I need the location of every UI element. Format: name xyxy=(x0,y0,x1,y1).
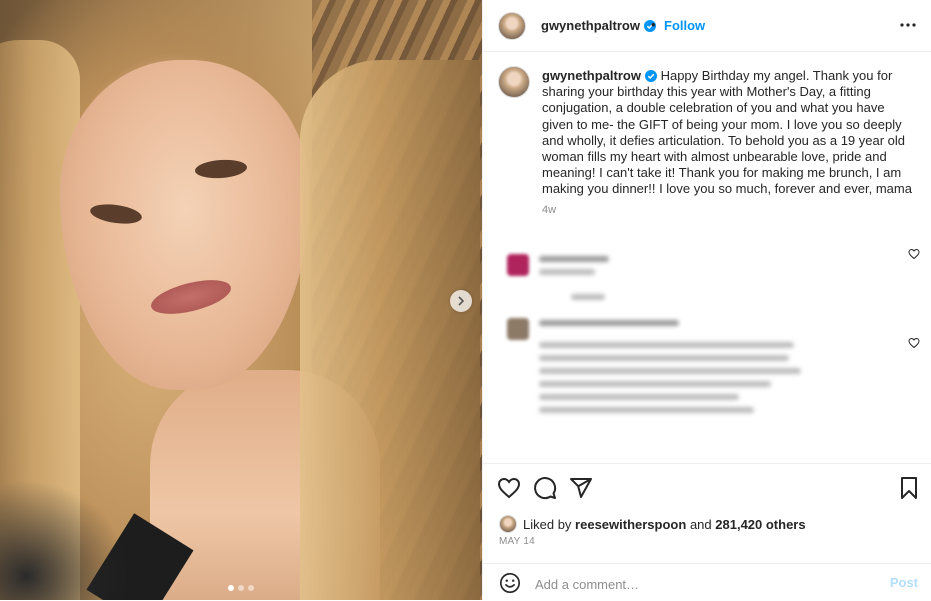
carousel-dot xyxy=(248,585,254,591)
comment-text-blurred xyxy=(539,342,794,348)
caption-body: Happy Birthday my angel. Thank you for s… xyxy=(542,68,912,197)
caption-avatar[interactable] xyxy=(498,66,530,98)
likes-prefix: Liked by xyxy=(523,516,572,532)
comment-text-blurred xyxy=(539,368,801,374)
photo-face xyxy=(60,60,310,390)
comment-input[interactable] xyxy=(533,572,867,596)
liker-username[interactable]: reesewitherspoon xyxy=(575,517,686,532)
comment-avatar[interactable] xyxy=(507,254,529,276)
comment-text-blurred xyxy=(539,355,789,361)
post-date[interactable]: MAY 14 xyxy=(499,536,535,547)
emoji-smiley-icon[interactable] xyxy=(499,572,521,594)
author-username-text[interactable]: gwynethpaltrow xyxy=(541,18,640,33)
caption-username[interactable]: gwynethpaltrow xyxy=(542,68,641,83)
carousel-dot xyxy=(228,585,234,591)
comment-text-blurred xyxy=(539,394,739,400)
author-avatar[interactable] xyxy=(498,12,526,40)
comment-replies-blurred xyxy=(571,294,605,300)
comment-like-heart-icon[interactable] xyxy=(908,248,920,260)
chevron-right-icon xyxy=(458,296,465,306)
photo-shadow xyxy=(0,480,130,600)
carousel-next-button[interactable] xyxy=(450,290,472,312)
post-actions: Liked by reesewitherspoon and 281,420 ot… xyxy=(483,463,931,600)
like-heart-icon[interactable] xyxy=(497,476,521,500)
photo-hair-right xyxy=(300,60,480,600)
likes-count[interactable]: 281,420 others xyxy=(715,517,805,532)
caption-text: gwynethpaltrow Happy Birthday my angel. … xyxy=(542,68,912,198)
post-header: gwynethpaltrow • Follow xyxy=(483,0,931,52)
author-username[interactable]: gwynethpaltrow xyxy=(541,18,656,33)
post-comment-button[interactable]: Post xyxy=(890,575,918,590)
share-paper-plane-icon[interactable] xyxy=(569,476,593,500)
likes-conjunction: and xyxy=(689,516,712,532)
save-bookmark-icon[interactable] xyxy=(897,476,921,500)
carousel-dot xyxy=(238,585,244,591)
comment-bubble-icon[interactable] xyxy=(533,476,557,500)
likes-summary: Liked by reesewitherspoon and 281,420 ot… xyxy=(499,514,806,534)
follow-button[interactable]: Follow xyxy=(664,18,705,33)
comment-meta-blurred xyxy=(539,269,595,275)
comment-username-blurred xyxy=(539,320,679,326)
verified-badge-icon xyxy=(644,70,657,82)
likes-text: Liked by reesewitherspoon and 281,420 ot… xyxy=(523,517,806,532)
comment-text-blurred xyxy=(539,381,771,387)
post-side-panel: gwynethpaltrow • Follow gwynethpaltrow H… xyxy=(482,0,931,600)
more-horizontal-icon[interactable] xyxy=(898,17,918,33)
comment-text-blurred xyxy=(539,407,754,413)
comment-like-heart-icon[interactable] xyxy=(908,337,920,349)
post-photo[interactable] xyxy=(0,0,482,600)
caption-timestamp[interactable]: 4w xyxy=(542,204,556,216)
comment-composer: Post xyxy=(483,563,931,601)
carousel-dots xyxy=(228,585,254,591)
comment-username-blurred xyxy=(539,256,609,262)
comment-avatar[interactable] xyxy=(507,318,529,340)
liker-avatar[interactable] xyxy=(499,515,517,533)
header-separator: • xyxy=(651,17,656,32)
